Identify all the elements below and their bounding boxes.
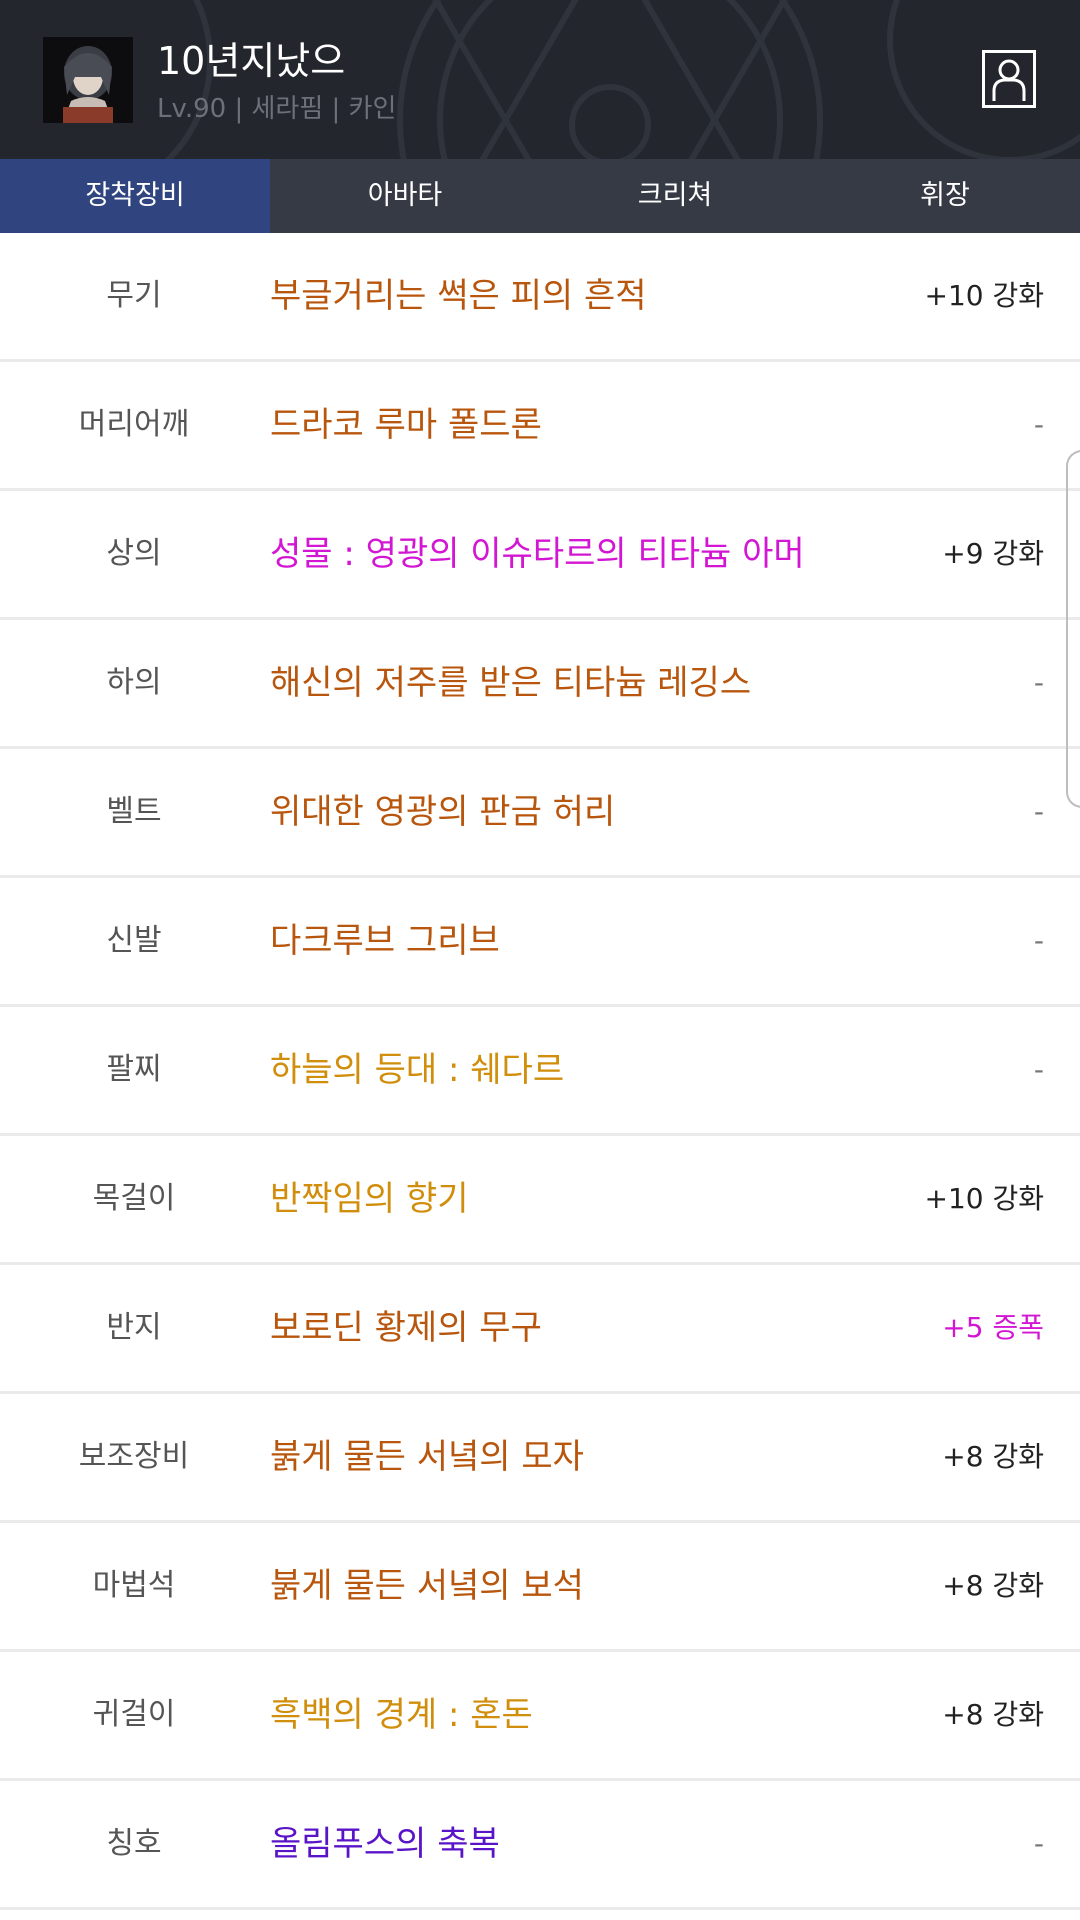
tab-creature[interactable]: 크리쳐 <box>540 159 810 233</box>
equipment-enhancement: +8 강화 <box>942 1440 1044 1473</box>
equipment-slot-label: 보조장비 <box>78 1439 190 1474</box>
equipment-slot-label: 벨트 <box>106 794 162 829</box>
tab-avatar[interactable]: 아바타 <box>270 159 540 233</box>
character-portrait-icon <box>43 37 133 123</box>
equipment-slot-label: 신발 <box>106 923 162 958</box>
equipment-slot-label: 무기 <box>106 278 162 313</box>
equipment-item-name[interactable]: 하늘의 등대 : 쉐다르 <box>270 1007 564 1133</box>
side-scroll-handle[interactable] <box>1066 450 1080 808</box>
character-level-job-server: Lv.90 | 세라핌 | 카인 <box>157 94 397 124</box>
character-name: 10년지났으 <box>157 39 346 83</box>
equipment-slot-label: 팔찌 <box>106 1052 162 1087</box>
equipment-enhancement: +8 강화 <box>942 1698 1044 1731</box>
tab-emblem[interactable]: 휘장 <box>810 159 1080 233</box>
equipment-enhancement: +8 강화 <box>942 1569 1044 1602</box>
equipment-item-name[interactable]: 붉게 물든 서녘의 모자 <box>270 1394 584 1520</box>
equipment-row[interactable]: 마법석 붉게 물든 서녘의 보석 +8 강화 <box>0 1523 1080 1652</box>
equipment-row[interactable]: 귀걸이 흑백의 경계 : 혼돈 +8 강화 <box>0 1652 1080 1781</box>
equipment-item-name[interactable]: 해신의 저주를 받은 티타늄 레깅스 <box>270 620 751 746</box>
equipment-item-name[interactable]: 드라코 루마 폴드론 <box>270 362 542 488</box>
equipment-item-name[interactable]: 위대한 영광의 판금 허리 <box>270 749 615 875</box>
tab-equipped[interactable]: 장착장비 <box>0 159 270 233</box>
equipment-row[interactable]: 팔찌 하늘의 등대 : 쉐다르 - <box>0 1007 1080 1136</box>
equipment-enhancement: - <box>1033 408 1044 441</box>
equipment-row[interactable]: 반지 보로딘 황제의 무구 +5 증폭 <box>0 1265 1080 1394</box>
equipment-list: 무기 부글거리는 썩은 피의 흔적 +10 강화 머리어깨 드라코 루마 폴드론 - 상의 성… <box>0 233 1080 1910</box>
equipment-item-name[interactable]: 보로딘 황제의 무구 <box>270 1265 542 1391</box>
equipment-enhancement: +9 강화 <box>942 537 1044 570</box>
person-icon <box>992 59 1026 101</box>
equipment-slot-label: 머리어깨 <box>78 407 190 442</box>
equipment-enhancement: - <box>1033 1827 1044 1860</box>
equipment-item-name[interactable]: 반짝임의 향기 <box>270 1136 469 1262</box>
equipment-slot-label: 하의 <box>106 665 162 700</box>
equipment-slot-label: 귀걸이 <box>92 1697 176 1732</box>
equipment-enhancement: +5 증폭 <box>942 1311 1044 1344</box>
equipment-row[interactable]: 벨트 위대한 영광의 판금 허리 - <box>0 749 1080 878</box>
equipment-item-name[interactable]: 올림푸스의 축복 <box>270 1781 500 1907</box>
character-header: 10년지났으 Lv.90 | 세라핌 | 카인 <box>0 0 1080 159</box>
equipment-enhancement: - <box>1033 795 1044 828</box>
character-avatar <box>43 37 133 123</box>
equipment-enhancement: +10 강화 <box>924 1182 1044 1215</box>
equipment-tabs: 장착장비 아바타 크리쳐 휘장 <box>0 159 1080 233</box>
equipment-slot-label: 상의 <box>106 536 162 571</box>
equipment-item-name[interactable]: 부글거리는 썩은 피의 흔적 <box>270 233 647 359</box>
equipment-enhancement: - <box>1033 924 1044 957</box>
equipment-item-name[interactable]: 다크루브 그리브 <box>270 878 500 1004</box>
equipment-row[interactable]: 보조장비 붉게 물든 서녘의 모자 +8 강화 <box>0 1394 1080 1523</box>
equipment-item-name[interactable]: 붉게 물든 서녘의 보석 <box>270 1523 584 1649</box>
equipment-slot-label: 반지 <box>106 1310 162 1345</box>
equipment-row[interactable]: 하의 해신의 저주를 받은 티타늄 레깅스 - <box>0 620 1080 749</box>
equipment-row[interactable]: 상의 성물 : 영광의 이슈타르의 티타늄 아머 +9 강화 <box>0 491 1080 620</box>
profile-button[interactable] <box>982 50 1036 108</box>
equipment-slot-label: 목걸이 <box>92 1181 176 1216</box>
equipment-enhancement: +10 강화 <box>924 279 1044 312</box>
equipment-row[interactable]: 신발 다크루브 그리브 - <box>0 878 1080 1007</box>
equipment-row[interactable]: 칭호 올림푸스의 축복 - <box>0 1781 1080 1910</box>
equipment-row[interactable]: 머리어깨 드라코 루마 폴드론 - <box>0 362 1080 491</box>
equipment-enhancement: - <box>1033 1053 1044 1086</box>
equipment-row[interactable]: 목걸이 반짝임의 향기 +10 강화 <box>0 1136 1080 1265</box>
equipment-item-name[interactable]: 성물 : 영광의 이슈타르의 티타늄 아머 <box>270 491 805 617</box>
equipment-enhancement: - <box>1033 666 1044 699</box>
equipment-item-name[interactable]: 흑백의 경계 : 혼돈 <box>270 1652 533 1778</box>
equipment-row[interactable]: 무기 부글거리는 썩은 피의 흔적 +10 강화 <box>0 233 1080 362</box>
equipment-slot-label: 마법석 <box>92 1568 176 1603</box>
equipment-slot-label: 칭호 <box>106 1826 162 1861</box>
